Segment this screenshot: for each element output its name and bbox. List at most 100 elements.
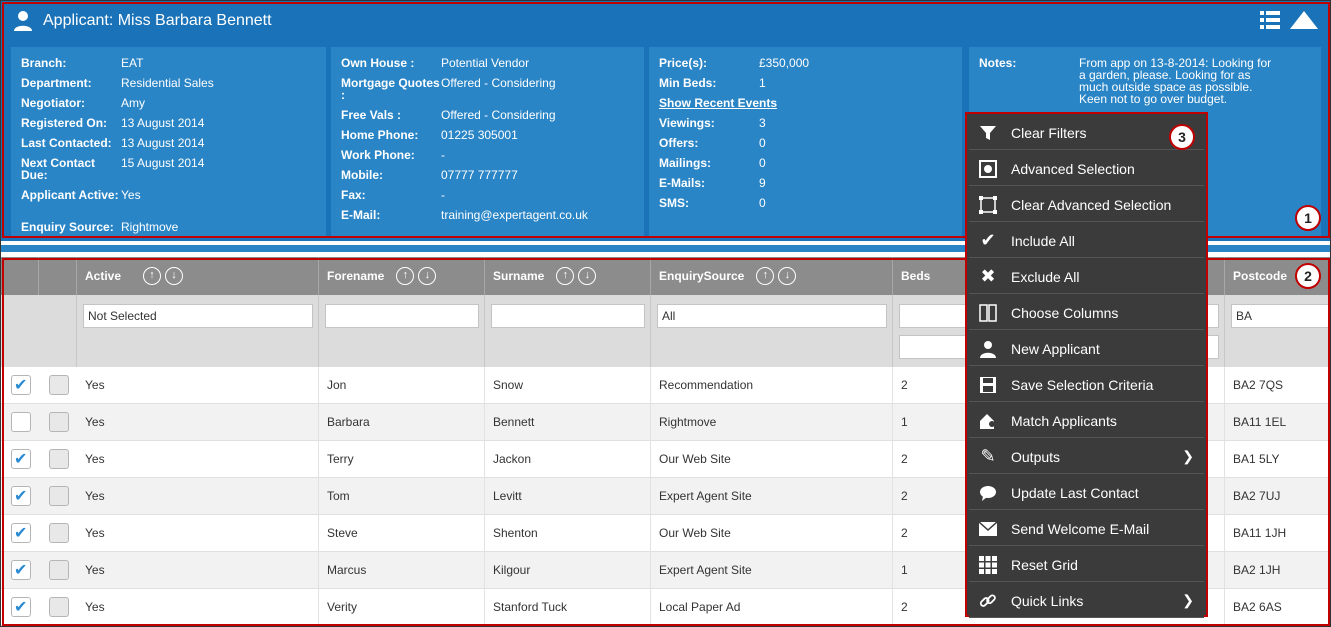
info-row-next-contact: Next Contact Due: 15 August 2014 xyxy=(21,156,205,182)
columns-icon xyxy=(977,302,999,324)
menu-item-update-last-contact[interactable]: Update Last Contact xyxy=(969,476,1204,510)
select-column-header-2 xyxy=(39,257,77,295)
menu-item-reset-grid[interactable]: Reset Grid xyxy=(969,548,1204,582)
cell-enquiry-source: Expert Agent Site xyxy=(651,552,893,588)
row-select-box[interactable] xyxy=(49,486,69,506)
cell-forename: Verity xyxy=(319,589,485,625)
sort-up-icon[interactable]: ↑ xyxy=(396,267,415,285)
menu-item-clear-advanced-selection[interactable]: Clear Advanced Selection xyxy=(969,188,1204,222)
row-select-box[interactable] xyxy=(49,560,69,580)
menu-item-quick-links[interactable]: Quick Links ❯ xyxy=(969,584,1204,618)
cell-forename: Barbara xyxy=(319,404,485,440)
menu-item-exclude-all[interactable]: ✖ Exclude All xyxy=(969,260,1204,294)
menu-item-outputs[interactable]: ✎ Outputs ❯ xyxy=(969,440,1204,474)
filter-cell-enquiry xyxy=(651,295,893,367)
menu-item-include-all[interactable]: ✔ Include All xyxy=(969,224,1204,258)
enquiry-filter-input[interactable] xyxy=(657,304,887,328)
cell-forename: Terry xyxy=(319,441,485,477)
info-row-own-house: Own House : Potential Vendor xyxy=(341,56,530,70)
clear-selection-icon xyxy=(977,194,999,216)
cell-surname: Jackon xyxy=(485,441,651,477)
menu-item-advanced-selection[interactable]: Advanced Selection xyxy=(969,152,1204,186)
user-icon xyxy=(14,11,32,31)
sort-down-icon[interactable]: ↓ xyxy=(578,267,597,285)
cell-postcode: BA1 5LY xyxy=(1225,441,1330,477)
advanced-selection-icon xyxy=(977,158,999,180)
info-row-work-phone: Work Phone: - xyxy=(341,148,445,162)
column-header-surname[interactable]: Surname ↑ ↓ xyxy=(485,257,651,295)
cell-surname: Stanford Tuck xyxy=(485,589,651,625)
chevron-right-icon: ❯ xyxy=(1182,592,1194,608)
callout-3: 3 xyxy=(1169,124,1195,150)
info-row-mobile: Mobile: 07777 777777 xyxy=(341,168,518,182)
row-select-box[interactable] xyxy=(49,375,69,395)
show-recent-events-link[interactable]: Show Recent Events xyxy=(659,97,956,109)
cell-active: Yes xyxy=(77,552,319,588)
filter-cell-surname xyxy=(485,295,651,367)
cell-forename: Tom xyxy=(319,478,485,514)
info-row-mailings: Mailings: 0 xyxy=(659,156,766,170)
sort-up-icon[interactable]: ↑ xyxy=(556,267,575,285)
cell-postcode: BA2 7UJ xyxy=(1225,478,1330,514)
row-checkbox[interactable] xyxy=(11,375,31,395)
title-bar: Applicant: Miss Barbara Bennett xyxy=(1,1,1330,41)
cell-postcode: BA2 6AS xyxy=(1225,589,1330,625)
collapse-up-icon[interactable] xyxy=(1290,11,1318,29)
sort-up-icon[interactable]: ↑ xyxy=(756,267,775,285)
envelope-icon xyxy=(977,518,999,540)
cell-enquiry-source: Local Paper Ad xyxy=(651,589,893,625)
column-header-active[interactable]: Active ↑ ↓ xyxy=(77,257,319,295)
menu-item-save-selection[interactable]: Save Selection Criteria xyxy=(969,368,1204,402)
filter-cell-active xyxy=(77,295,319,367)
cell-active: Yes xyxy=(77,589,319,625)
info-panel-details: Branch: EAT Department: Residential Sales … xyxy=(11,47,326,237)
filter-cell-select xyxy=(1,295,77,367)
grid-context-menu: Clear Filters Advanced Selection Clear A… xyxy=(965,112,1208,618)
info-row-email: E-Mail: training@expertagent.co.uk xyxy=(341,208,588,222)
save-icon xyxy=(977,374,999,396)
menu-item-send-welcome-email[interactable]: Send Welcome E-Mail xyxy=(969,512,1204,546)
row-checkbox[interactable] xyxy=(11,449,31,469)
x-icon: ✖ xyxy=(980,266,996,286)
cell-postcode: BA11 1EL xyxy=(1225,404,1330,440)
cell-surname: Snow xyxy=(485,367,651,403)
info-row-viewings: Viewings: 3 xyxy=(659,116,766,130)
row-select-box[interactable] xyxy=(49,449,69,469)
cell-forename: Jon xyxy=(319,367,485,403)
filter-cell-forename xyxy=(319,295,485,367)
row-checkbox[interactable] xyxy=(11,412,31,432)
row-checkbox[interactable] xyxy=(11,523,31,543)
forename-filter-input[interactable] xyxy=(325,304,479,328)
cell-surname: Shenton xyxy=(485,515,651,551)
cell-enquiry-source: Our Web Site xyxy=(651,441,893,477)
menu-item-match-applicants[interactable]: Match Applicants xyxy=(969,404,1204,438)
cell-postcode: BA2 7QS xyxy=(1225,367,1330,403)
user-icon xyxy=(977,338,999,360)
row-select-box[interactable] xyxy=(49,597,69,617)
sort-down-icon[interactable]: ↓ xyxy=(418,267,437,285)
list-view-icon[interactable] xyxy=(1260,11,1280,29)
surname-filter-input[interactable] xyxy=(491,304,645,328)
callout-1: 1 xyxy=(1295,205,1321,231)
row-checkbox[interactable] xyxy=(11,486,31,506)
menu-item-new-applicant[interactable]: New Applicant xyxy=(969,332,1204,366)
row-select-box[interactable] xyxy=(49,412,69,432)
column-header-forename[interactable]: Forename ↑ ↓ xyxy=(319,257,485,295)
info-row-registered: Registered On: 13 August 2014 xyxy=(21,116,205,130)
info-row-branch: Branch: EAT xyxy=(21,56,144,70)
row-checkbox[interactable] xyxy=(11,560,31,580)
postcode-filter-input[interactable] xyxy=(1231,304,1330,328)
row-select-box[interactable] xyxy=(49,523,69,543)
sort-down-icon[interactable]: ↓ xyxy=(165,267,184,285)
row-checkbox[interactable] xyxy=(11,597,31,617)
cell-active: Yes xyxy=(77,367,319,403)
column-header-enquiry-source[interactable]: EnquirySource ↑ ↓ xyxy=(651,257,893,295)
info-panel-requirements: Price(s): £350,000 Min Beds: 1 Show Recent… xyxy=(649,47,962,237)
active-filter-input[interactable] xyxy=(83,304,313,328)
sort-up-icon[interactable]: ↑ xyxy=(143,267,162,285)
info-row-fax: Fax: - xyxy=(341,188,445,202)
speech-bubble-icon xyxy=(977,482,999,504)
sort-down-icon[interactable]: ↓ xyxy=(778,267,797,285)
info-row-offers: Offers: 0 xyxy=(659,136,766,150)
menu-item-choose-columns[interactable]: Choose Columns xyxy=(969,296,1204,330)
